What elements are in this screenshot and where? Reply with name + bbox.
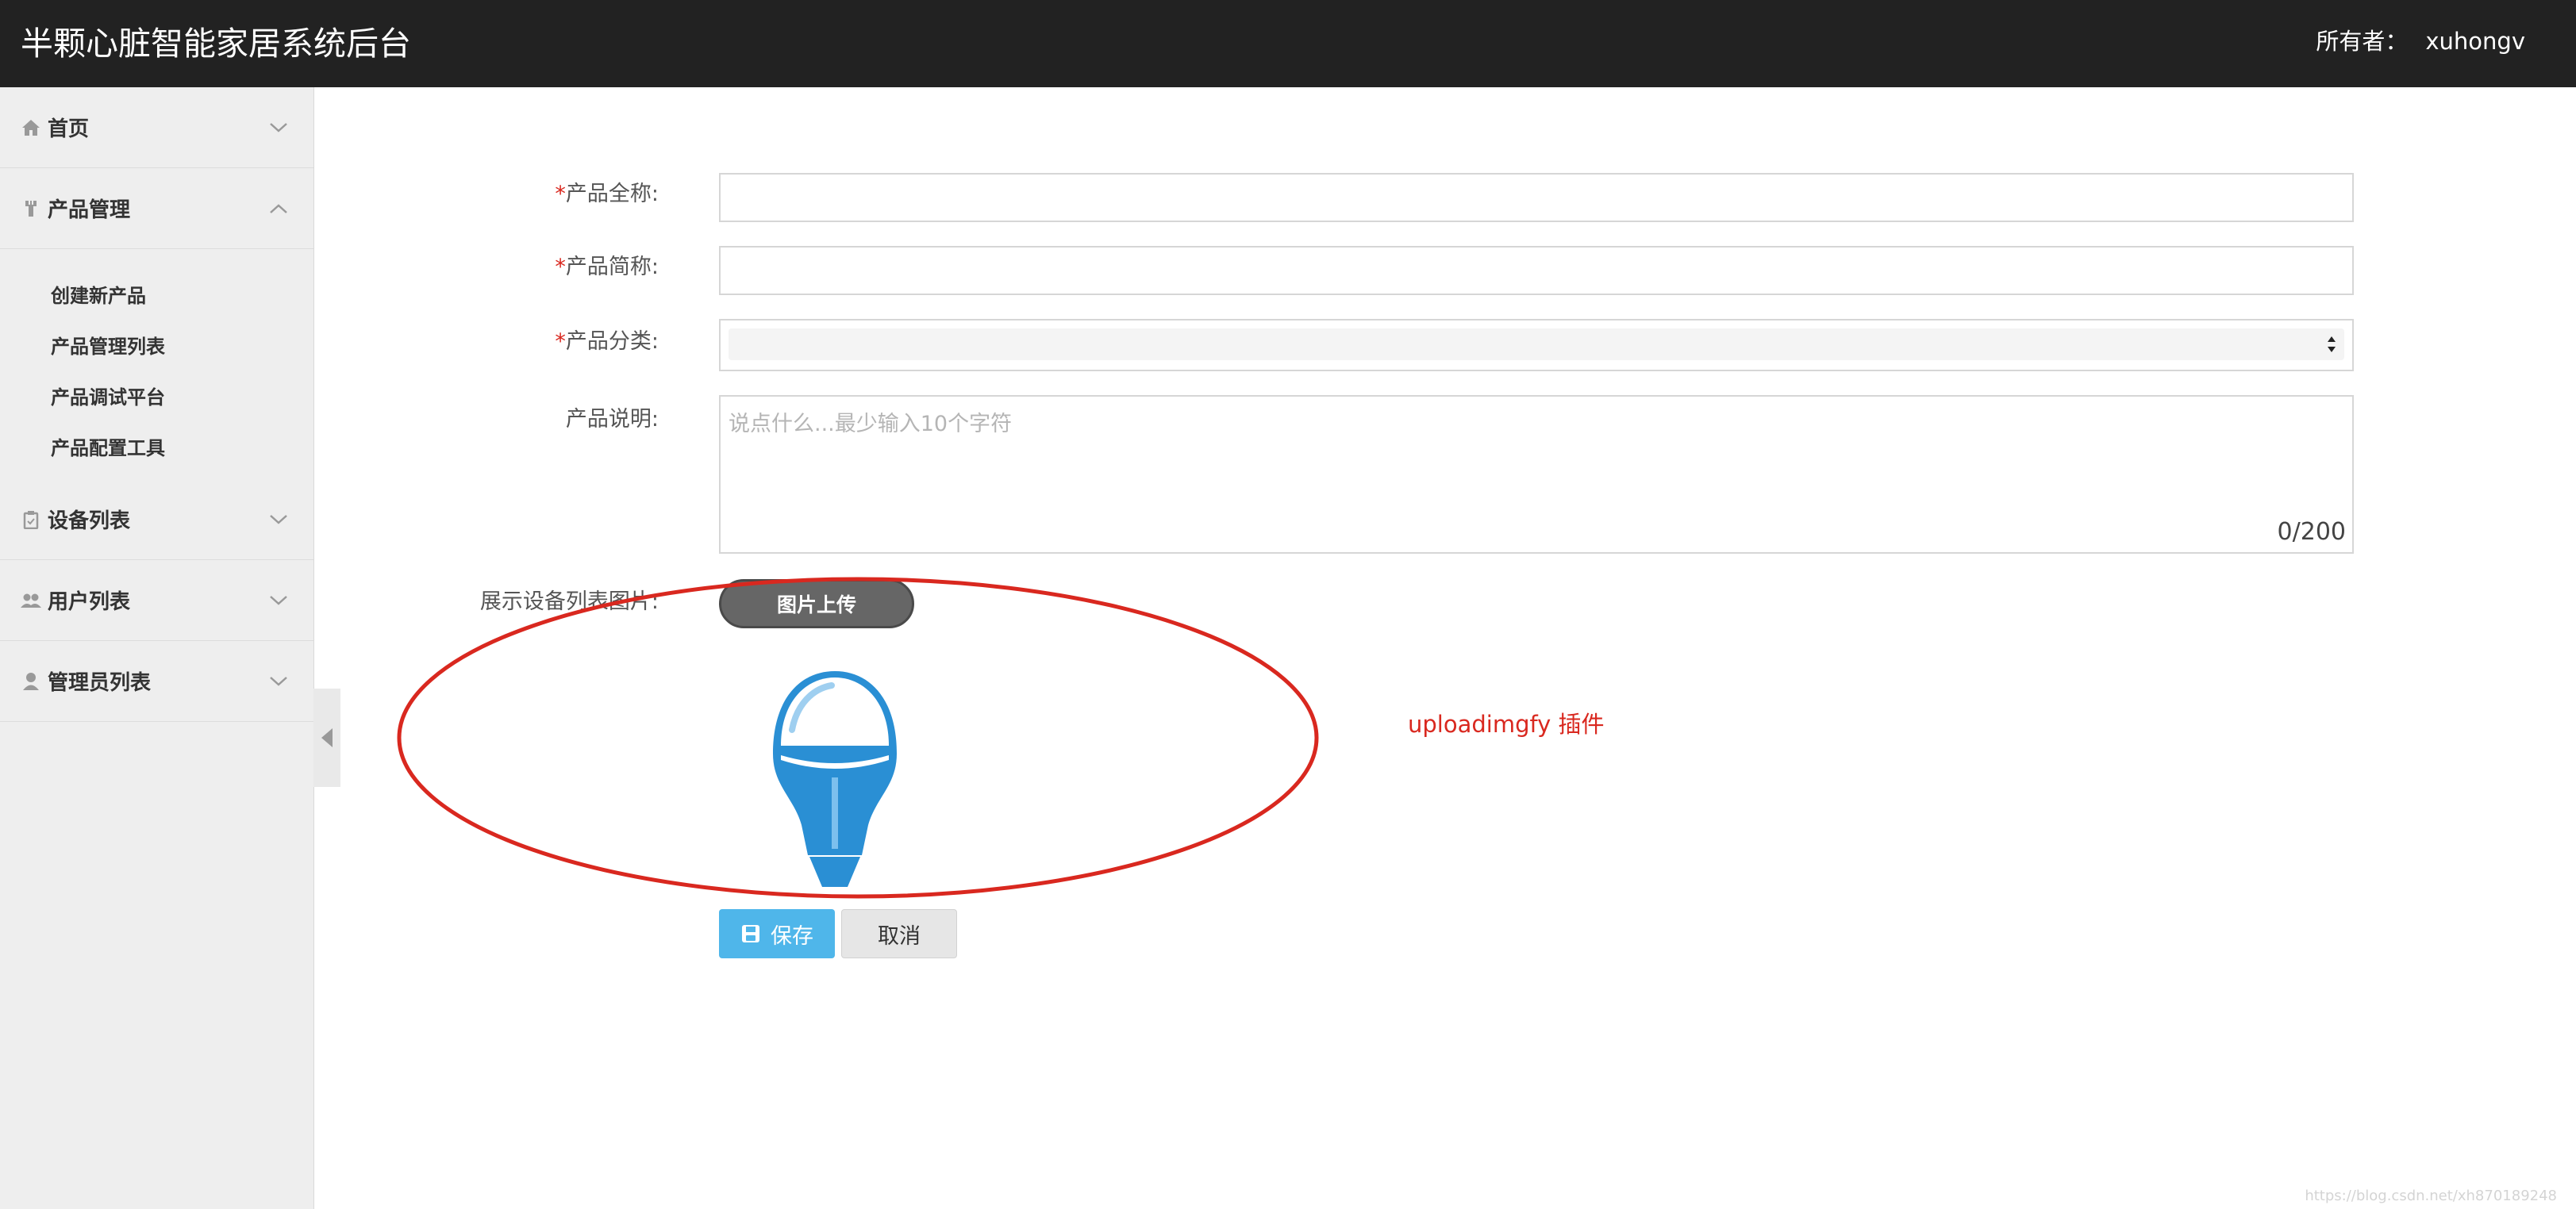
description-char-counter: 0/200 xyxy=(2277,518,2346,546)
clipboard-icon xyxy=(21,479,41,559)
floppy-disk-icon xyxy=(742,925,759,942)
owner-label: 所有者： xyxy=(2316,28,2409,55)
home-icon xyxy=(21,87,41,167)
owner-info: 所有者： xuhongv xyxy=(2316,0,2525,87)
sidebar-item-label: 首页 xyxy=(48,117,90,141)
chevron-down-icon xyxy=(267,87,290,167)
description-placeholder: 说点什么...最少输入10个字符 xyxy=(729,412,1013,436)
owner-name[interactable]: xuhongv xyxy=(2425,28,2525,55)
top-header: 半颗心脏智能家居系统后台 所有者： xuhongv xyxy=(0,0,2576,87)
users-icon xyxy=(21,560,41,640)
sidebar-subitem-config-tool[interactable]: 产品配置工具 xyxy=(51,428,165,468)
sidebar-item-admin-list[interactable]: 管理员列表 xyxy=(0,641,313,722)
sidebar-item-home[interactable]: 首页 xyxy=(0,87,313,168)
category-select-value xyxy=(729,328,2344,360)
product-form: *产品全称: *产品简称: *产品分类: 产品说明: 说点什么...最少输入10… xyxy=(314,87,2576,1209)
sidebar: 首页 产品管理 创建新产品 产品管理列表 产品调试平台 产品配置工具 设备列表 … xyxy=(0,87,314,1209)
short-name-label: *产品简称: xyxy=(555,255,659,279)
sidebar-item-label: 产品管理 xyxy=(48,198,131,222)
sidebar-subitem-create-product[interactable]: 创建新产品 xyxy=(51,276,146,316)
category-select[interactable] xyxy=(719,319,2354,371)
chevron-down-icon xyxy=(267,479,290,559)
user-icon xyxy=(21,641,41,721)
category-label: *产品分类: xyxy=(555,329,659,354)
select-arrows-icon xyxy=(2325,330,2338,359)
short-name-input[interactable] xyxy=(719,246,2354,295)
save-button-label: 保存 xyxy=(771,923,813,949)
full-name-input[interactable] xyxy=(719,173,2354,222)
description-textarea[interactable]: 说点什么...最少输入10个字符 0/200 xyxy=(719,395,2354,554)
sidebar-item-device-list[interactable]: 设备列表 xyxy=(0,479,313,560)
sidebar-subitem-debug-platform[interactable]: 产品调试平台 xyxy=(51,378,165,417)
chevron-down-icon xyxy=(267,641,290,721)
wrench-icon xyxy=(21,168,41,248)
full-name-label: *产品全称: xyxy=(555,182,659,206)
watermark: https://blog.csdn.net/xh870189248 xyxy=(2305,1188,2557,1204)
sidebar-item-label: 管理员列表 xyxy=(48,671,152,695)
description-label: 产品说明: xyxy=(565,407,659,432)
sidebar-item-label: 设备列表 xyxy=(48,509,131,533)
save-button[interactable]: 保存 xyxy=(719,909,835,958)
annotation-label: uploadimgfy 插件 xyxy=(1408,711,1605,738)
sidebar-item-label: 用户列表 xyxy=(48,590,131,614)
annotation-ellipse xyxy=(397,577,1319,899)
cancel-button[interactable]: 取消 xyxy=(841,909,957,958)
sidebar-subitem-product-list[interactable]: 产品管理列表 xyxy=(51,327,165,367)
sidebar-item-user-list[interactable]: 用户列表 xyxy=(0,560,313,641)
chevron-up-icon xyxy=(267,168,290,248)
app-title: 半颗心脏智能家居系统后台 xyxy=(21,25,411,63)
sidebar-item-product-management[interactable]: 产品管理 xyxy=(0,168,313,249)
chevron-down-icon xyxy=(267,560,290,640)
